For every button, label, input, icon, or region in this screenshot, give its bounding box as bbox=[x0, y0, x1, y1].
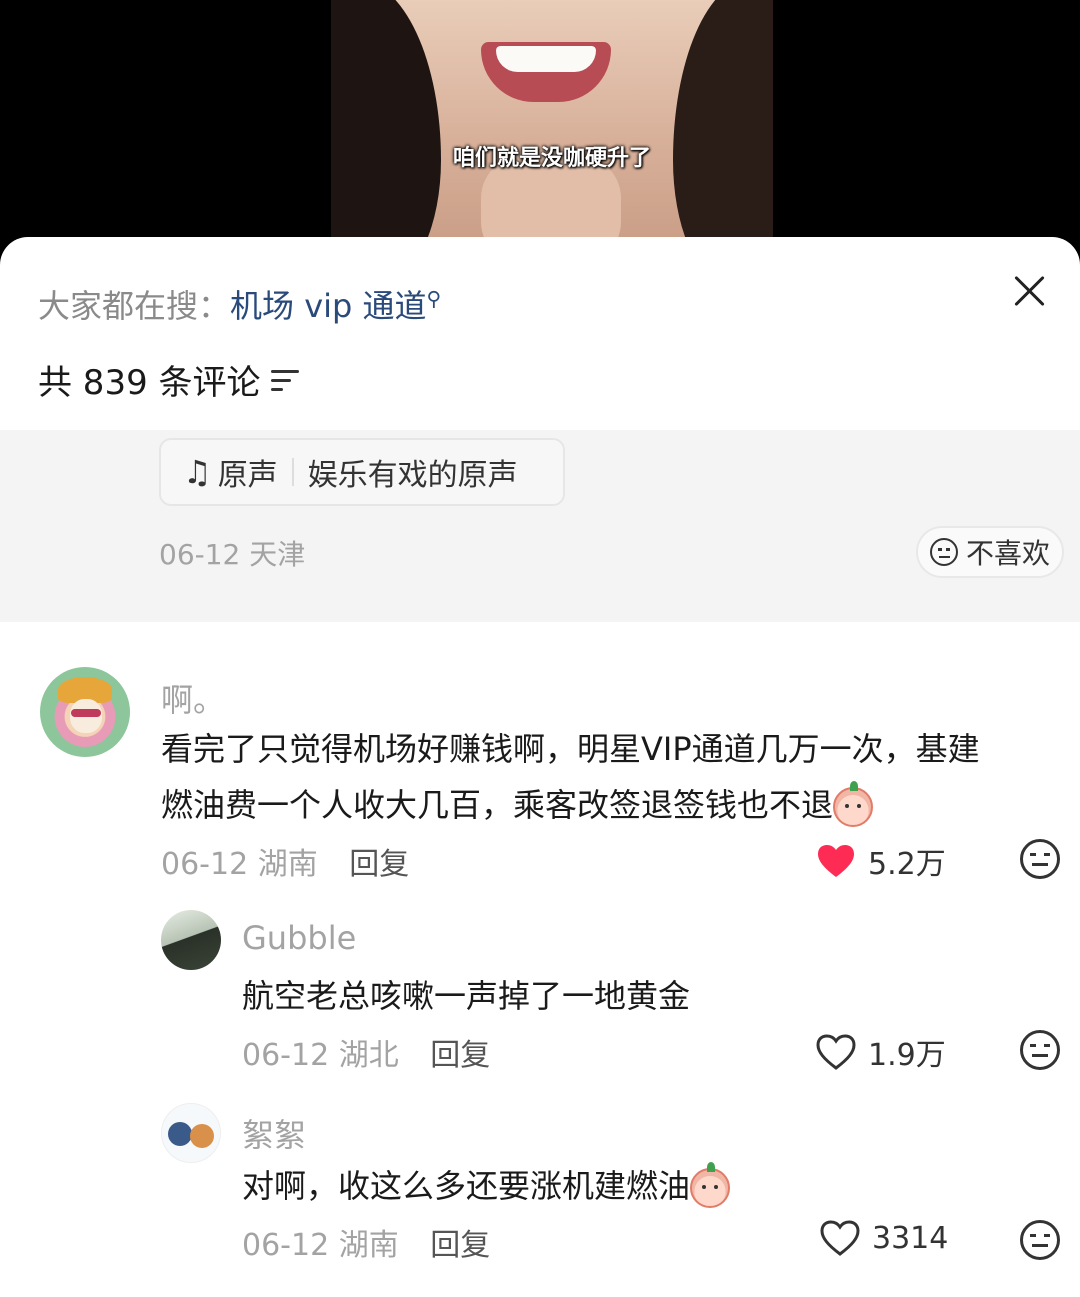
reply-button[interactable]: 回复 bbox=[430, 1228, 490, 1263]
dislike-face-icon[interactable] bbox=[1020, 839, 1060, 879]
comment-location: 湖北 bbox=[338, 1038, 399, 1073]
video-hair-right bbox=[673, 0, 773, 260]
comment-location: 天津 bbox=[249, 538, 306, 571]
dislike-face-icon[interactable] bbox=[1020, 1030, 1060, 1070]
video-frame: 咱们就是没咖硬升了 bbox=[331, 0, 773, 260]
like-button[interactable]: 1.9万 bbox=[816, 1030, 946, 1074]
dislike-label: 不喜欢 bbox=[965, 537, 1050, 570]
reply-button[interactable]: 回复 bbox=[430, 1038, 490, 1073]
avatar[interactable] bbox=[40, 667, 130, 757]
comment-location: 湖南 bbox=[338, 1228, 399, 1263]
search-keyword-link[interactable]: 机场 vip 通道 bbox=[230, 287, 427, 325]
comment-date: 06-12 bbox=[242, 1038, 330, 1073]
dislike-face-icon[interactable] bbox=[1020, 1220, 1060, 1260]
like-button[interactable]: 5.2万 bbox=[816, 839, 946, 883]
comment-author[interactable]: 啊。 bbox=[161, 675, 225, 721]
comment-author[interactable]: Gubble bbox=[242, 919, 356, 957]
search-prefix: 大家都在搜： bbox=[38, 287, 231, 325]
video-hair-left bbox=[331, 0, 441, 260]
heart-icon bbox=[820, 1220, 860, 1256]
comments-sheet: 大家都在搜：机场 vip 通道⚲ 共 839 条评论 ♫ 原声 娱乐有戏的原声 … bbox=[0, 237, 1080, 1297]
like-count: 1.9万 bbox=[868, 1038, 946, 1073]
comment-date: 06-12 bbox=[161, 847, 249, 882]
sound-label: 原声 bbox=[217, 458, 278, 493]
smiley-emoji-icon bbox=[833, 781, 874, 827]
comment-author[interactable]: 絮絮 bbox=[242, 1110, 306, 1156]
video-player[interactable]: 咱们就是没咖硬升了 bbox=[0, 0, 1080, 260]
reply-button[interactable]: 回复 bbox=[349, 847, 409, 882]
avatar[interactable] bbox=[161, 1103, 221, 1163]
previous-comment-block: ♫ 原声 娱乐有戏的原声 06-12 天津 不喜欢 bbox=[0, 430, 1080, 622]
dislike-face-icon bbox=[929, 538, 958, 566]
heart-icon bbox=[816, 1034, 856, 1070]
close-icon[interactable] bbox=[1008, 269, 1052, 313]
search-suggestion[interactable]: 大家都在搜：机场 vip 通道⚲ bbox=[38, 281, 441, 327]
comment-count-row[interactable]: 共 839 条评论 bbox=[38, 355, 299, 404]
comment-text: 航空老总咳嗽一声掉了一地黄金 bbox=[242, 977, 691, 1015]
comment-date: 06-12 bbox=[159, 538, 241, 571]
heart-icon bbox=[816, 843, 856, 879]
music-note-icon: ♫ bbox=[183, 453, 212, 491]
comment-meta: 06-12 湖南 回复 bbox=[242, 1220, 490, 1264]
like-button[interactable]: 3314 bbox=[820, 1220, 948, 1256]
sound-source: 娱乐有戏的原声 bbox=[307, 458, 518, 493]
smiley-emoji-icon bbox=[690, 1162, 731, 1208]
comment-text: 对啊，收这么多还要涨机建燃油 bbox=[242, 1158, 731, 1214]
dislike-button[interactable]: 不喜欢 bbox=[916, 526, 1064, 578]
comment-count: 共 839 条评论 bbox=[38, 363, 261, 403]
like-count: 5.2万 bbox=[868, 847, 946, 882]
video-teeth bbox=[496, 46, 596, 72]
comment-location: 湖南 bbox=[257, 847, 318, 882]
search-icon: ⚲ bbox=[426, 286, 442, 311]
comment-meta: 06-12 湖北 回复 bbox=[242, 1030, 490, 1074]
video-subtitle: 咱们就是没咖硬升了 bbox=[452, 146, 651, 171]
previous-comment-meta: 06-12 天津 bbox=[159, 533, 305, 573]
comment-meta: 06-12 湖南 回复 bbox=[161, 839, 409, 883]
comment-text: 看完了只觉得机场好赚钱啊，明星VIP通道几万一次，基建 燃油费一个人收大几百，乘… bbox=[161, 721, 1071, 833]
original-sound-chip[interactable]: ♫ 原声 娱乐有戏的原声 bbox=[159, 438, 565, 506]
filter-icon[interactable] bbox=[270, 368, 299, 392]
comment-date: 06-12 bbox=[242, 1228, 330, 1263]
avatar[interactable] bbox=[161, 910, 221, 970]
chip-divider bbox=[291, 458, 294, 486]
like-count: 3314 bbox=[872, 1220, 949, 1256]
comment-text-line: 看完了只觉得机场好赚钱啊，明星VIP通道几万一次，基建 bbox=[161, 730, 980, 768]
comment-text-line: 燃油费一个人收大几百，乘客改签退签钱也不退 bbox=[161, 777, 1071, 833]
